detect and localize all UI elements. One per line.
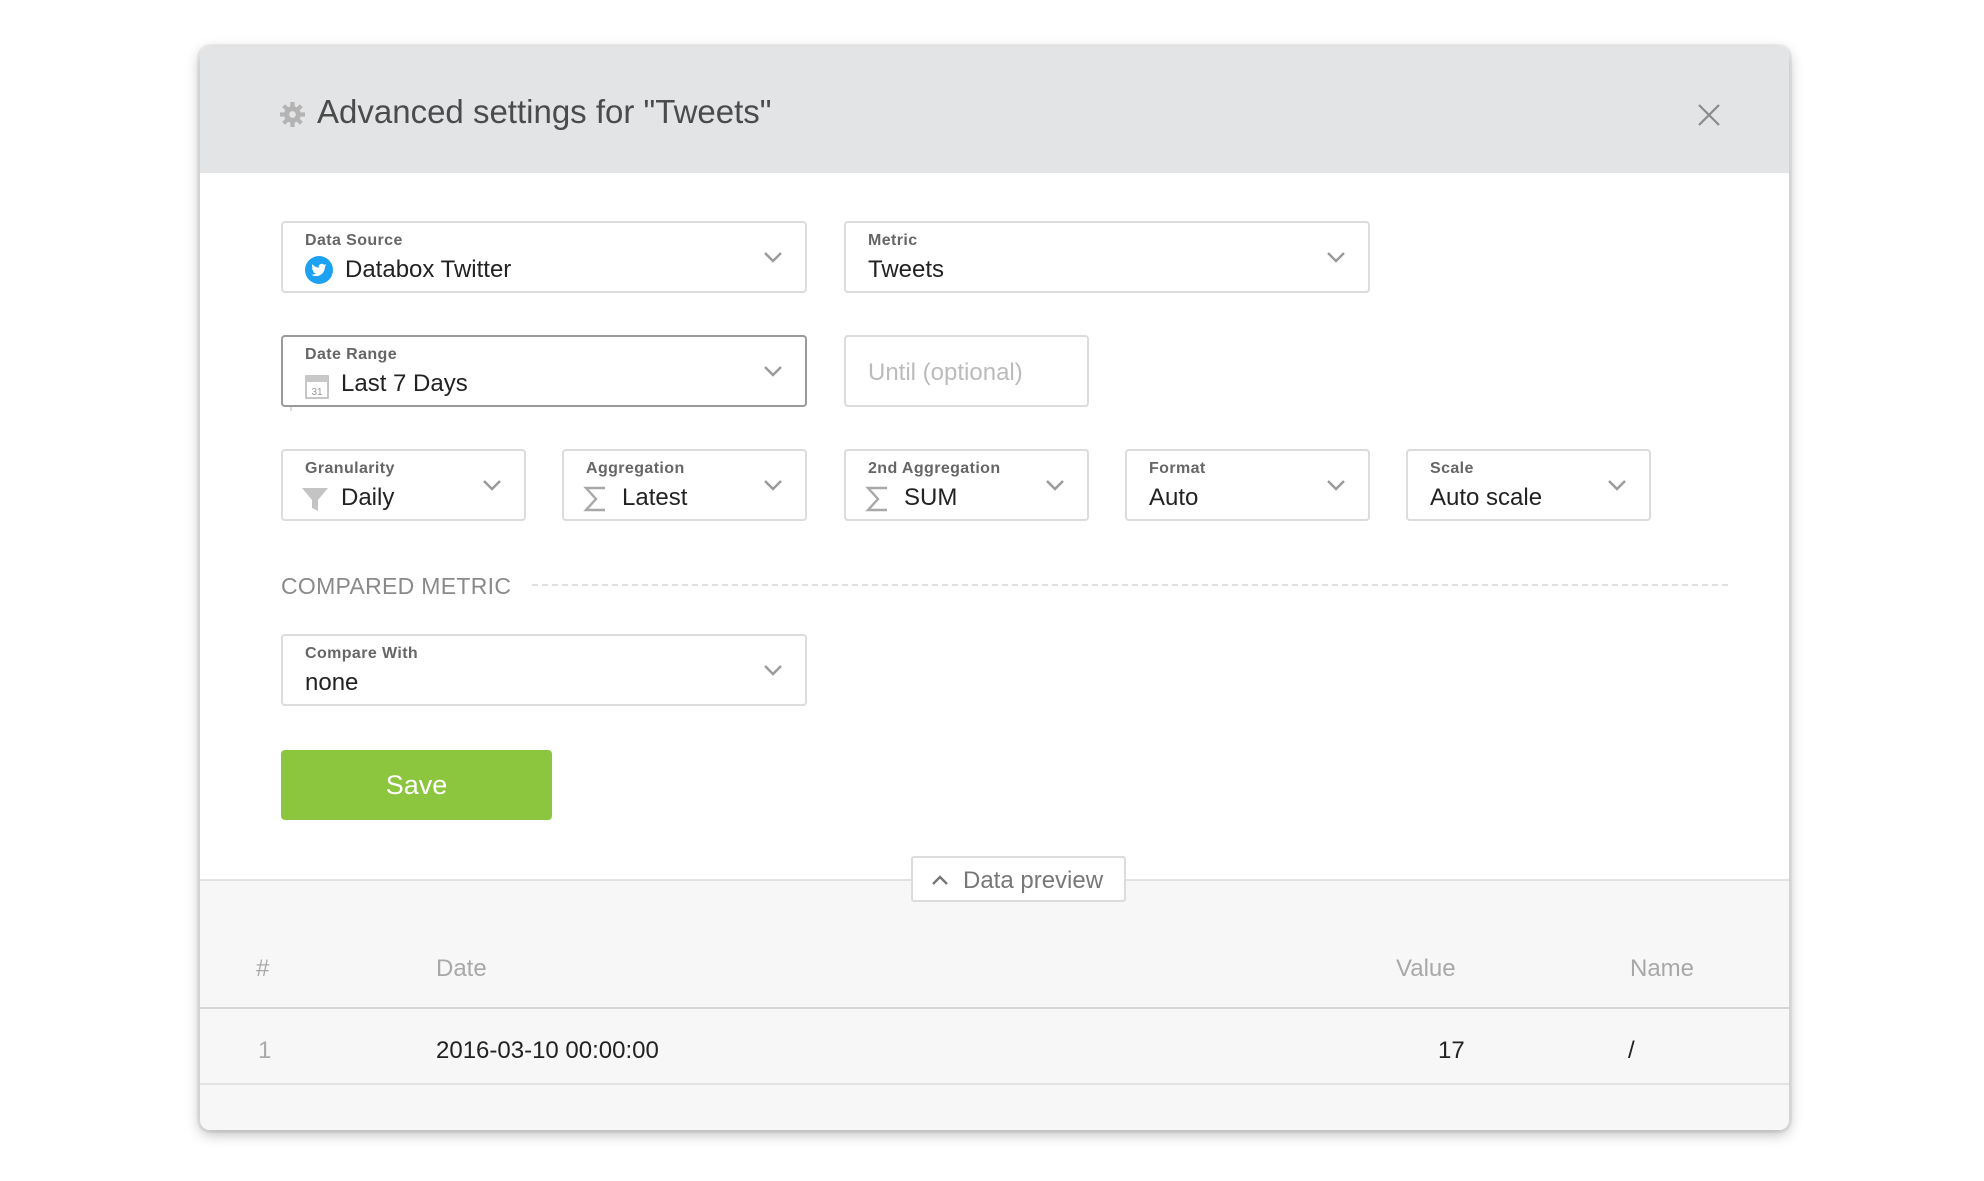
chevron-down-icon [764,366,782,377]
compared-metric-heading: COMPARED METRIC [281,573,512,599]
calendar-icon: 31 [305,375,329,399]
close-icon[interactable] [1697,103,1721,127]
data-preview-panel [200,879,1789,1130]
scale-label: Scale [1430,460,1474,477]
data-preview-toggle[interactable]: Data preview [911,856,1126,902]
advanced-settings-modal: Advanced settings for "Tweets" Data Sour… [200,47,1789,1130]
chevron-down-icon [1046,480,1064,491]
until-input[interactable]: Until (optional) [844,335,1089,407]
row-date: 2016-03-10 00:00:00 [436,1037,659,1064]
compare-with-select[interactable]: Compare With none [281,634,807,706]
data-source-value: Databox Twitter [345,256,512,283]
chevron-down-icon [1608,480,1626,491]
chevron-down-icon [764,480,782,491]
granularity-select[interactable]: Granularity Daily [281,449,526,521]
metric-select[interactable]: Metric Tweets [844,221,1370,293]
aggregation-label: Aggregation [586,460,685,477]
column-header-name: Name [1630,955,1695,982]
modal-title: Advanced settings for "Tweets" [317,93,772,130]
format-select[interactable]: Format Auto [1125,449,1370,521]
data-source-label: Data Source [305,232,403,249]
scale-select[interactable]: Scale Auto scale [1406,449,1651,521]
sigma-icon [583,486,605,512]
chevron-down-icon [483,480,501,491]
funnel-icon [302,488,328,511]
chevron-up-icon [932,875,948,885]
twitter-icon [305,256,333,284]
second-aggregation-value: SUM [904,484,958,511]
granularity-label: Granularity [305,460,395,477]
save-button[interactable]: Save [281,750,552,820]
compare-with-value: none [305,669,359,696]
date-range-select[interactable]: Date Range 31 Last 7 Days [281,335,807,407]
column-header-date: Date [436,955,487,982]
chevron-down-icon [764,665,782,676]
format-label: Format [1149,460,1206,477]
gear-icon [280,102,305,127]
svg-text:31: 31 [311,387,323,398]
column-header-index: # [256,955,270,982]
column-header-value: Value [1396,955,1456,982]
section-divider [532,584,1728,586]
chevron-down-icon [764,252,782,263]
second-aggregation-label: 2nd Aggregation [868,460,1001,477]
second-aggregation-select[interactable]: 2nd Aggregation SUM [844,449,1089,521]
granularity-value: Daily [341,484,395,511]
table-row: 1 2016-03-10 00:00:00 17 / [200,1007,1789,1085]
date-range-value: Last 7 Days [341,370,468,397]
data-preview-label: Data preview [963,867,1104,894]
format-value: Auto [1149,484,1199,511]
row-name: / [1628,1037,1635,1064]
compare-with-label: Compare With [305,645,419,662]
metric-label: Metric [868,232,918,249]
scale-value: Auto scale [1430,484,1543,511]
data-source-select[interactable]: Data Source Databox Twitter [281,221,807,293]
metric-value: Tweets [868,256,945,283]
chevron-down-icon [1327,480,1345,491]
chevron-down-icon [1327,252,1345,263]
date-range-label: Date Range [305,346,398,363]
sigma-icon [865,486,887,512]
row-value: 17 [1438,1037,1465,1064]
until-placeholder: Until (optional) [868,359,1023,386]
aggregation-select[interactable]: Aggregation Latest [562,449,807,521]
row-index: 1 [258,1037,272,1064]
modal-header: Advanced settings for "Tweets" [200,47,1789,173]
aggregation-value: Latest [622,484,688,511]
